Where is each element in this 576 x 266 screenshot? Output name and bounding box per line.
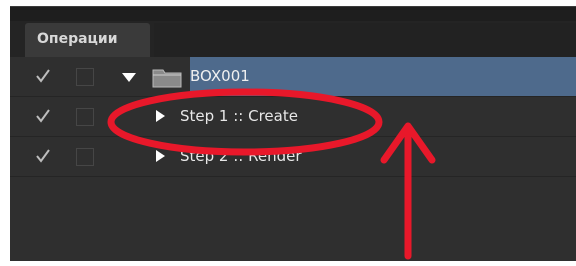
action-label: Step 2 :: Render — [180, 147, 302, 165]
dialog-toggle-box[interactable] — [76, 108, 94, 126]
action-set-content: BOX001 — [108, 57, 576, 96]
tab-actions[interactable]: Операции — [25, 23, 150, 57]
checkmark-icon[interactable] — [34, 67, 52, 85]
dialog-toggle-box[interactable] — [76, 68, 94, 86]
action-row-step-1[interactable]: Step 1 :: Create — [10, 97, 576, 137]
action-label: Step 1 :: Create — [180, 107, 298, 125]
panel-top-strip — [10, 7, 576, 21]
action-content: Step 1 :: Create — [108, 97, 576, 136]
action-row-step-2[interactable]: Step 2 :: Render — [10, 137, 576, 177]
tab-bar-empty — [154, 23, 576, 57]
dialog-toggle-box[interactable] — [76, 148, 94, 166]
panel-tab-bar: Операции — [10, 7, 576, 57]
collapse-triangle-icon[interactable] — [156, 150, 165, 162]
actions-panel: Операции BOX001 Step 1:: Create Step 2 … — [10, 6, 576, 261]
screenshot-frame: Операции BOX001 Step 1:: Create Step 2 … — [0, 0, 576, 266]
action-content: Step 2 :: Render — [108, 137, 576, 176]
checkmark-icon[interactable] — [34, 107, 52, 125]
collapse-triangle-icon[interactable] — [156, 110, 165, 122]
checkmark-icon[interactable] — [34, 147, 52, 165]
expand-triangle-icon[interactable] — [122, 73, 136, 82]
action-set-label: BOX001 — [190, 67, 250, 85]
folder-icon — [152, 69, 182, 88]
actions-list: BOX001 Step 1 :: Create Step 2:: Render — [10, 57, 576, 261]
action-set-row[interactable]: BOX001 — [10, 57, 576, 97]
